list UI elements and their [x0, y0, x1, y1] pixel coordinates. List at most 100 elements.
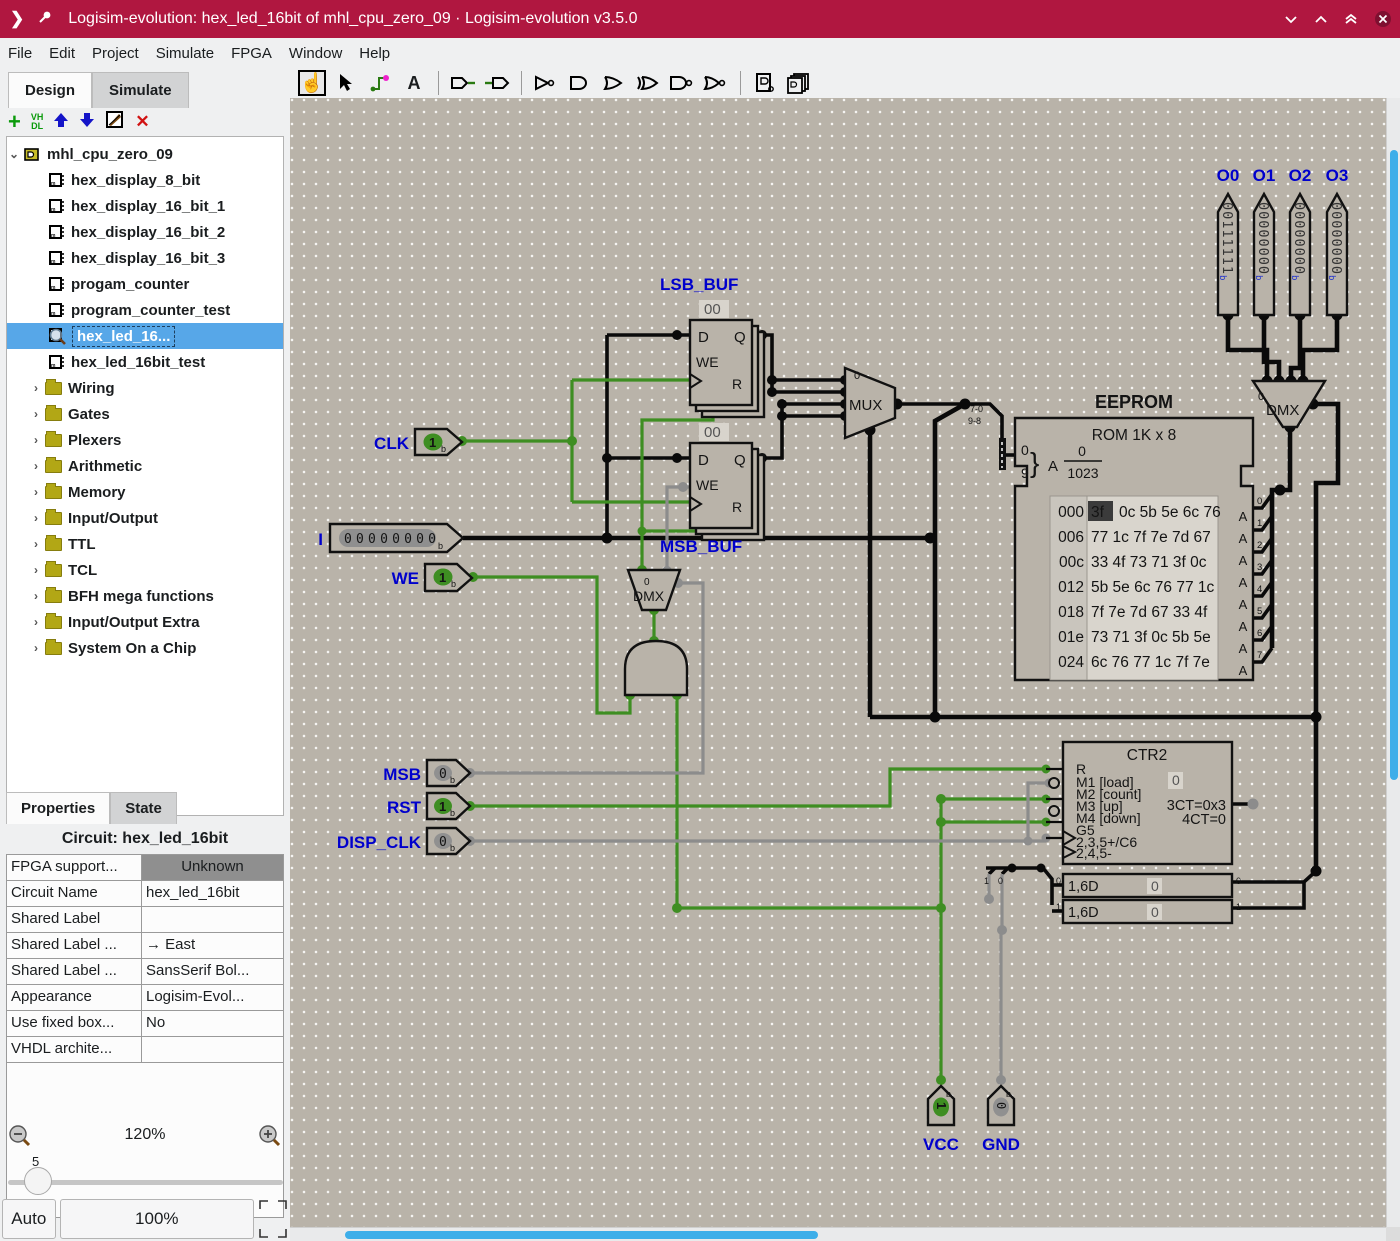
- tree-item-progam-counter[interactable]: m progam_counter: [7, 271, 283, 297]
- nor-gate-icon[interactable]: [702, 70, 730, 96]
- expand-icon[interactable]: ›: [29, 407, 43, 421]
- mux[interactable]: 0 MUX: [845, 368, 895, 438]
- pin-icon[interactable]: [38, 10, 52, 28]
- text-tool-icon[interactable]: A: [400, 70, 428, 96]
- tab-properties[interactable]: Properties: [6, 792, 110, 824]
- menu-help[interactable]: Help: [359, 45, 390, 62]
- vcc-pin[interactable]: 1 b VCC: [923, 1086, 959, 1154]
- shade-window-icon[interactable]: [1344, 13, 1358, 25]
- tree-folder-bfh[interactable]: ›BFH mega functions: [7, 583, 283, 609]
- tree-folder-tcl[interactable]: ›TCL: [7, 557, 283, 583]
- expand-icon[interactable]: ›: [29, 511, 43, 525]
- expand-icon[interactable]: ›: [29, 563, 43, 577]
- tree-root[interactable]: ⌄ mhl_cpu_zero_09: [7, 141, 283, 167]
- dff-tool-icon[interactable]: [751, 70, 779, 96]
- output-pin-icon[interactable]: [483, 70, 511, 96]
- edit-appearance-icon[interactable]: [105, 110, 125, 134]
- expand-icon[interactable]: ›: [29, 537, 43, 551]
- property-row[interactable]: Shared Label ...→ East: [7, 933, 283, 959]
- gnd-pin[interactable]: 0 b GND: [982, 1086, 1020, 1154]
- tab-simulate[interactable]: Simulate: [92, 72, 189, 108]
- or-gate-icon[interactable]: [600, 70, 628, 96]
- vertical-scrollbar[interactable]: [1386, 98, 1400, 1227]
- tab-design[interactable]: Design: [8, 72, 92, 108]
- tree-item-hex-led-16bit-selected[interactable]: hex_led_16...: [7, 323, 283, 349]
- chevron-down-icon[interactable]: [1284, 14, 1298, 24]
- expand-icon[interactable]: ›: [29, 381, 43, 395]
- tree-folder-arithmetic[interactable]: ›Arithmetic: [7, 453, 283, 479]
- xor-gate-icon[interactable]: [634, 70, 662, 96]
- move-down-icon[interactable]: [79, 112, 95, 132]
- property-row[interactable]: Shared Label: [7, 907, 283, 933]
- select-tool-icon[interactable]: [332, 70, 360, 96]
- property-row[interactable]: VHDL archite...: [7, 1037, 283, 1063]
- selection-corners-icon[interactable]: [258, 1199, 288, 1239]
- menu-fpga[interactable]: FPGA: [231, 45, 272, 62]
- not-gate-icon[interactable]: [532, 70, 560, 96]
- chevron-up-icon[interactable]: [1314, 14, 1328, 24]
- auto-button[interactable]: Auto: [2, 1199, 56, 1239]
- tree-folder-ttl[interactable]: ›TTL: [7, 531, 283, 557]
- expand-icon[interactable]: ›: [29, 615, 43, 629]
- expand-icon[interactable]: ›: [29, 589, 43, 603]
- slider-thumb[interactable]: [24, 1167, 52, 1195]
- tree-folder-soc[interactable]: ›System On a Chip: [7, 635, 283, 661]
- property-row[interactable]: FPGA support...Unknown: [7, 855, 283, 881]
- tree-item-hex-display-16-bit-3[interactable]: m hex_display_16_bit_3: [7, 245, 283, 271]
- tree-folder-gates[interactable]: ›Gates: [7, 401, 283, 427]
- menu-simulate[interactable]: Simulate: [156, 45, 214, 62]
- tree-folder-memory[interactable]: ›Memory: [7, 479, 283, 505]
- poke-tool-icon[interactable]: ☝: [298, 70, 326, 96]
- property-row[interactable]: Circuit Namehex_led_16bit: [7, 881, 283, 907]
- zoom-in-icon[interactable]: [258, 1124, 282, 1152]
- delete-circuit-icon[interactable]: ✕: [135, 112, 149, 132]
- collapse-icon[interactable]: ⌄: [7, 147, 21, 161]
- pin-disp-clk[interactable]: 0 b DISP_CLK: [337, 828, 470, 854]
- display-o0[interactable]: O0 00111111b: [1217, 166, 1240, 315]
- menu-window[interactable]: Window: [289, 45, 342, 62]
- expand-icon[interactable]: ›: [29, 459, 43, 473]
- title-bar[interactable]: ❯ Logisim-evolution: hex_led_16bit of mh…: [0, 0, 1400, 38]
- canvas-zoom-button[interactable]: 100%: [60, 1199, 254, 1239]
- property-row[interactable]: Shared Label ...SansSerif Bol...: [7, 959, 283, 985]
- register-tool-icon[interactable]: [785, 70, 813, 96]
- move-up-icon[interactable]: [53, 112, 69, 132]
- pin-i[interactable]: 00000000 b I: [318, 524, 463, 552]
- pin-rst[interactable]: 1 b RST: [387, 793, 470, 819]
- expand-icon[interactable]: ›: [29, 485, 43, 499]
- menu-project[interactable]: Project: [92, 45, 139, 62]
- add-circuit-icon[interactable]: +: [8, 112, 21, 132]
- and-gate[interactable]: [625, 641, 687, 695]
- tree-item-hex-display-16-bit-1[interactable]: m hex_display_16_bit_1: [7, 193, 283, 219]
- close-window-icon[interactable]: [1374, 10, 1392, 28]
- pin-we[interactable]: 1 b WE: [392, 564, 472, 591]
- menu-file[interactable]: File: [8, 45, 32, 62]
- tab-state[interactable]: State: [110, 792, 177, 824]
- display-o1[interactable]: O1 00000000b: [1253, 166, 1276, 315]
- tree-item-hex-display-16-bit-2[interactable]: m hex_display_16_bit_2: [7, 219, 283, 245]
- display-o2[interactable]: O2 00000000b: [1289, 166, 1312, 315]
- tree-folder-plexers[interactable]: ›Plexers: [7, 427, 283, 453]
- and-gate-icon[interactable]: [566, 70, 594, 96]
- tree-item-program-counter-test[interactable]: m program_counter_test: [7, 297, 283, 323]
- vertical-scrollbar-thumb[interactable]: [1390, 150, 1398, 780]
- lsb-buf-register[interactable]: LSB_BUF 00 D Q WE R: [660, 275, 764, 417]
- menu-edit[interactable]: Edit: [49, 45, 75, 62]
- nand-gate-icon[interactable]: [668, 70, 696, 96]
- property-row[interactable]: Use fixed box...No: [7, 1011, 283, 1037]
- eeprom[interactable]: EEPROM ROM 1K x 8 0 9 } A 0 1023 000 3f …: [1015, 392, 1262, 680]
- display-o3[interactable]: O3 00000000b: [1326, 166, 1349, 315]
- property-row[interactable]: AppearanceLogisim-Evol...: [7, 985, 283, 1011]
- dmx-small[interactable]: 0 DMX: [628, 570, 680, 610]
- tree-item-hex-led-16bit-test[interactable]: m hex_led_16bit_test: [7, 349, 283, 375]
- tree-folder-io-extra[interactable]: ›Input/Output Extra: [7, 609, 283, 635]
- tree-folder-input-output[interactable]: ›Input/Output: [7, 505, 283, 531]
- msb-buf-register[interactable]: 00 D Q WE R MSB_BUF: [660, 423, 764, 556]
- pin-msb[interactable]: 0 b MSB: [383, 760, 470, 786]
- circuit-canvas[interactable]: 1 b CLK 00000000 b I 1 b WE 0 b MSB 1 b …: [290, 98, 1386, 1227]
- expand-icon[interactable]: ›: [29, 641, 43, 655]
- add-vhdl-icon[interactable]: VHDL: [31, 113, 44, 131]
- tree-item-hex-display-8-bit[interactable]: m hex_display_8_bit: [7, 167, 283, 193]
- input-pin-icon[interactable]: [449, 70, 477, 96]
- pin-clk[interactable]: 1 b CLK: [374, 429, 462, 455]
